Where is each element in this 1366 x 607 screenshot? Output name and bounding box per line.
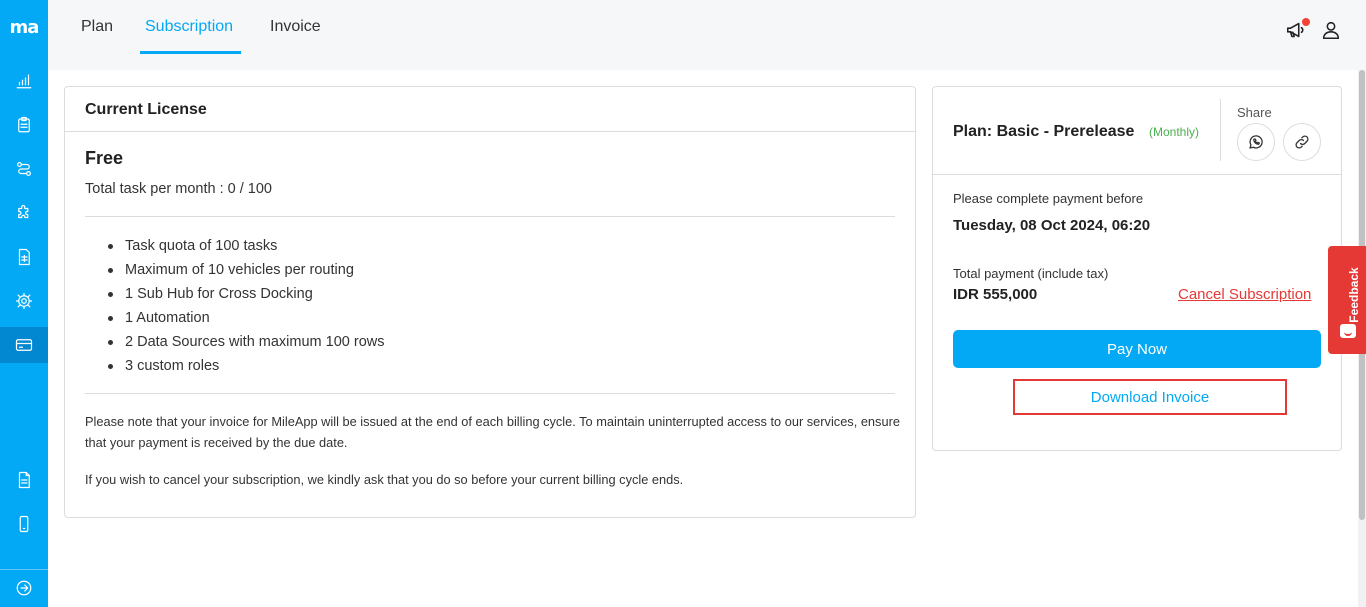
pay-now-button[interactable]: Pay Now	[953, 330, 1321, 368]
feature-item: Task quota of 100 tasks	[105, 234, 385, 258]
whatsapp-icon	[1249, 135, 1263, 149]
feature-list: Task quota of 100 tasks Maximum of 10 ve…	[105, 234, 385, 378]
cancel-subscription-link[interactable]: Cancel Subscription	[1178, 286, 1311, 303]
feature-item: Maximum of 10 vehicles per routing	[105, 258, 385, 282]
sidebar-item-routing[interactable]	[0, 151, 48, 187]
app-logo[interactable]: ma	[0, 0, 48, 54]
sidebar-item-integrations[interactable]	[0, 195, 48, 231]
gear-icon	[15, 292, 33, 310]
sidebar-item-tasks[interactable]	[0, 107, 48, 143]
sidebar-item-dashboard[interactable]	[0, 63, 48, 99]
tab-subscription[interactable]: Subscription	[145, 0, 233, 54]
share-whatsapp-button[interactable]	[1237, 123, 1275, 161]
copy-link-button[interactable]	[1283, 123, 1321, 161]
license-plan-name: Free	[85, 148, 124, 168]
billing-note: Please note that your invoice for MileAp…	[85, 414, 900, 450]
divider	[85, 216, 895, 217]
notification-badge	[1302, 18, 1310, 26]
document-icon	[18, 471, 30, 489]
total-payment-label: Total payment (include tax)	[953, 266, 1109, 281]
mobile-icon	[19, 515, 29, 533]
payment-deadline-label: Please complete payment before	[953, 191, 1144, 206]
clipboard-icon	[18, 116, 30, 133]
bar-chart-icon	[16, 74, 32, 89]
tab-plan[interactable]: Plan	[81, 0, 113, 54]
divider	[933, 174, 1341, 175]
current-license-card: Current License Free Total task per mont…	[64, 86, 916, 518]
subscription-plan-name: Plan: Basic - Prerelease	[953, 123, 1135, 140]
cancel-note: If you wish to cancel your subscription,…	[85, 472, 684, 487]
sidebar-expand-button[interactable]	[0, 570, 48, 606]
sidebar-item-billing[interactable]	[0, 327, 48, 363]
user-icon	[1322, 21, 1340, 40]
sidebar-item-documents[interactable]	[0, 462, 48, 498]
subscription-payment-card: Plan: Basic - Prerelease (Monthly) Share…	[932, 86, 1342, 451]
tab-invoice[interactable]: Invoice	[270, 0, 321, 54]
feature-item: 1 Automation	[105, 306, 385, 330]
spreadsheet-icon	[18, 248, 30, 266]
download-invoice-button[interactable]: Download Invoice	[1013, 379, 1287, 415]
total-payment-amount: IDR 555,000	[953, 286, 1038, 303]
feature-item: 3 custom roles	[105, 354, 385, 378]
sidebar-item-mobile-app[interactable]	[0, 506, 48, 542]
credit-card-icon	[15, 339, 33, 351]
sidebar-item-settings[interactable]	[0, 283, 48, 319]
sidebar: ma	[0, 0, 48, 607]
link-icon	[1295, 135, 1309, 149]
top-header: Plan Subscription Invoice	[48, 0, 1366, 70]
payment-deadline-value: Tuesday, 08 Oct 2024, 06:20	[953, 217, 1151, 234]
active-tab-indicator	[140, 51, 241, 54]
task-quota-text: Total task per month : 0 / 100	[85, 181, 272, 197]
divider	[1220, 99, 1221, 161]
divider	[65, 131, 915, 132]
puzzle-icon	[18, 204, 29, 219]
route-icon	[17, 162, 31, 176]
card-title: Current License	[85, 101, 207, 118]
smiley-chat-icon	[1340, 324, 1356, 338]
billing-cycle-label: (Monthly)	[1149, 125, 1200, 139]
arrow-right-circle-icon	[16, 580, 32, 596]
share-label: Share	[1237, 105, 1272, 120]
feedback-label: Feedback	[1347, 267, 1361, 323]
user-profile-button[interactable]	[1320, 19, 1344, 43]
feature-item: 2 Data Sources with maximum 100 rows	[105, 330, 385, 354]
divider	[85, 393, 895, 394]
sidebar-item-data-sources[interactable]	[0, 239, 48, 275]
feedback-tab[interactable]: Feedback	[1328, 246, 1366, 354]
feature-item: 1 Sub Hub for Cross Docking	[105, 282, 385, 306]
